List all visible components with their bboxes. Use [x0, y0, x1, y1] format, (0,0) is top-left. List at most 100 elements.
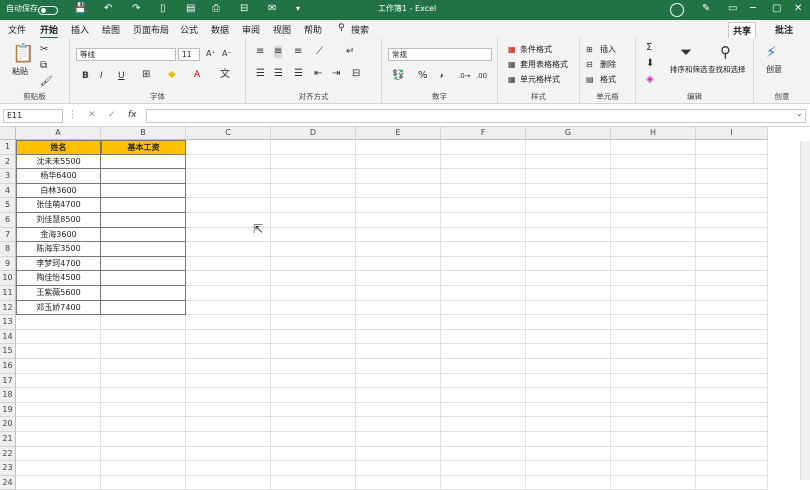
cell-c13[interactable]: [186, 315, 271, 330]
redo-icon[interactable]: ↷: [132, 2, 140, 16]
cell-e16[interactable]: [356, 359, 441, 374]
cell-c4[interactable]: [186, 183, 271, 199]
cell-i24[interactable]: [696, 475, 768, 490]
cell-h18[interactable]: [611, 388, 696, 403]
paste-icon[interactable]: 📋: [12, 44, 34, 64]
cell-i15[interactable]: [696, 344, 768, 359]
quick-print-icon[interactable]: ⊟: [240, 2, 248, 16]
cell-c10[interactable]: [186, 271, 271, 286]
cell-d19[interactable]: [271, 402, 356, 418]
cell-b19[interactable]: [101, 402, 186, 418]
cell-e6[interactable]: [356, 213, 441, 228]
cell-f4[interactable]: [441, 183, 526, 199]
cell-h13[interactable]: [611, 315, 696, 330]
cell-c15[interactable]: [186, 344, 271, 359]
align-right-icon[interactable]: ☰: [294, 68, 303, 80]
cell-b10[interactable]: [101, 271, 186, 286]
cell-i21[interactable]: [696, 432, 768, 447]
expand-formula-icon[interactable]: ⌄: [796, 109, 803, 118]
cell-d7[interactable]: [271, 227, 356, 243]
cell-d14[interactable]: [271, 329, 356, 345]
cell-d8[interactable]: [271, 242, 356, 257]
cell-g15[interactable]: [526, 344, 611, 359]
find-select-icon[interactable]: ⚲: [720, 44, 731, 60]
conditional-format-icon[interactable]: ▦: [508, 44, 516, 56]
autosave-toggle[interactable]: [38, 6, 58, 15]
vertical-scrollbar[interactable]: [800, 141, 810, 480]
save-icon[interactable]: 💾: [74, 2, 86, 16]
cell-d24[interactable]: [271, 475, 356, 490]
fill-icon[interactable]: ⬇: [646, 58, 654, 70]
tab-formulas[interactable]: 公式: [180, 23, 198, 36]
cell-e19[interactable]: [356, 402, 441, 418]
cell-a11[interactable]: 王紫薇5600: [16, 286, 101, 301]
tab-insert[interactable]: 插入: [71, 23, 89, 36]
cell-e21[interactable]: [356, 432, 441, 447]
font-size-select[interactable]: 11: [178, 48, 200, 61]
cell-b12[interactable]: [101, 300, 186, 316]
column-header-g[interactable]: G: [526, 127, 611, 140]
cell-e2[interactable]: [356, 154, 441, 170]
row-header-13[interactable]: 13: [0, 315, 16, 330]
cell-i12[interactable]: [696, 300, 768, 316]
cell-h2[interactable]: [611, 154, 696, 170]
row-header-23[interactable]: 23: [0, 461, 16, 476]
row-header-21[interactable]: 21: [0, 432, 16, 447]
cell-f20[interactable]: [441, 417, 526, 432]
cell-e13[interactable]: [356, 315, 441, 330]
currency-icon[interactable]: 💱: [392, 70, 404, 82]
top-align-icon[interactable]: ≡: [256, 46, 264, 58]
cell-e22[interactable]: [356, 446, 441, 462]
cell-i2[interactable]: [696, 154, 768, 170]
tab-help[interactable]: 帮助: [304, 23, 322, 36]
cell-h16[interactable]: [611, 359, 696, 374]
lightning-icon[interactable]: ⚡: [766, 44, 777, 60]
cell-i17[interactable]: [696, 373, 768, 389]
search-icon[interactable]: ⚲: [338, 23, 345, 33]
row-header-22[interactable]: 22: [0, 446, 16, 462]
cell-h17[interactable]: [611, 373, 696, 389]
cell-a14[interactable]: [16, 329, 101, 345]
fill-color-icon[interactable]: ◆: [168, 69, 176, 81]
cell-a9[interactable]: 李梦珂4700: [16, 256, 101, 272]
cell-e11[interactable]: [356, 286, 441, 301]
cell-h4[interactable]: [611, 183, 696, 199]
cell-h22[interactable]: [611, 446, 696, 462]
cell-b3[interactable]: [101, 169, 186, 184]
cell-h11[interactable]: [611, 286, 696, 301]
insert-cells-icon[interactable]: ⊞: [586, 44, 593, 56]
cell-e4[interactable]: [356, 183, 441, 199]
tab-home[interactable]: 开始: [40, 23, 59, 39]
cell-f23[interactable]: [441, 461, 526, 476]
cell-d13[interactable]: [271, 315, 356, 330]
cell-i16[interactable]: [696, 359, 768, 374]
cell-f11[interactable]: [441, 286, 526, 301]
tab-page-layout[interactable]: 页面布局: [133, 23, 169, 36]
cell-c3[interactable]: [186, 169, 271, 184]
cell-g24[interactable]: [526, 475, 611, 490]
italic-button[interactable]: I: [100, 70, 103, 82]
row-header-17[interactable]: 17: [0, 373, 16, 389]
cell-b5[interactable]: [101, 198, 186, 213]
cell-c12[interactable]: [186, 300, 271, 316]
cell-h19[interactable]: [611, 402, 696, 418]
cell-c21[interactable]: [186, 432, 271, 447]
cell-d6[interactable]: [271, 213, 356, 228]
clear-icon[interactable]: ◈: [646, 74, 654, 86]
cell-d4[interactable]: [271, 183, 356, 199]
cell-e12[interactable]: [356, 300, 441, 316]
cell-i11[interactable]: [696, 286, 768, 301]
cell-h15[interactable]: [611, 344, 696, 359]
share-button[interactable]: 共享: [728, 22, 757, 39]
wrap-text-icon[interactable]: ↵: [346, 46, 354, 58]
cell-g18[interactable]: [526, 388, 611, 403]
orientation-icon[interactable]: ⟋: [316, 46, 323, 58]
cell-e15[interactable]: [356, 344, 441, 359]
cell-d18[interactable]: [271, 388, 356, 403]
row-header-16[interactable]: 16: [0, 359, 16, 374]
enter-icon[interactable]: ✓: [108, 110, 116, 120]
cell-b16[interactable]: [101, 359, 186, 374]
copy-icon[interactable]: ⧉: [40, 60, 47, 72]
cell-g22[interactable]: [526, 446, 611, 462]
cell-f19[interactable]: [441, 402, 526, 418]
